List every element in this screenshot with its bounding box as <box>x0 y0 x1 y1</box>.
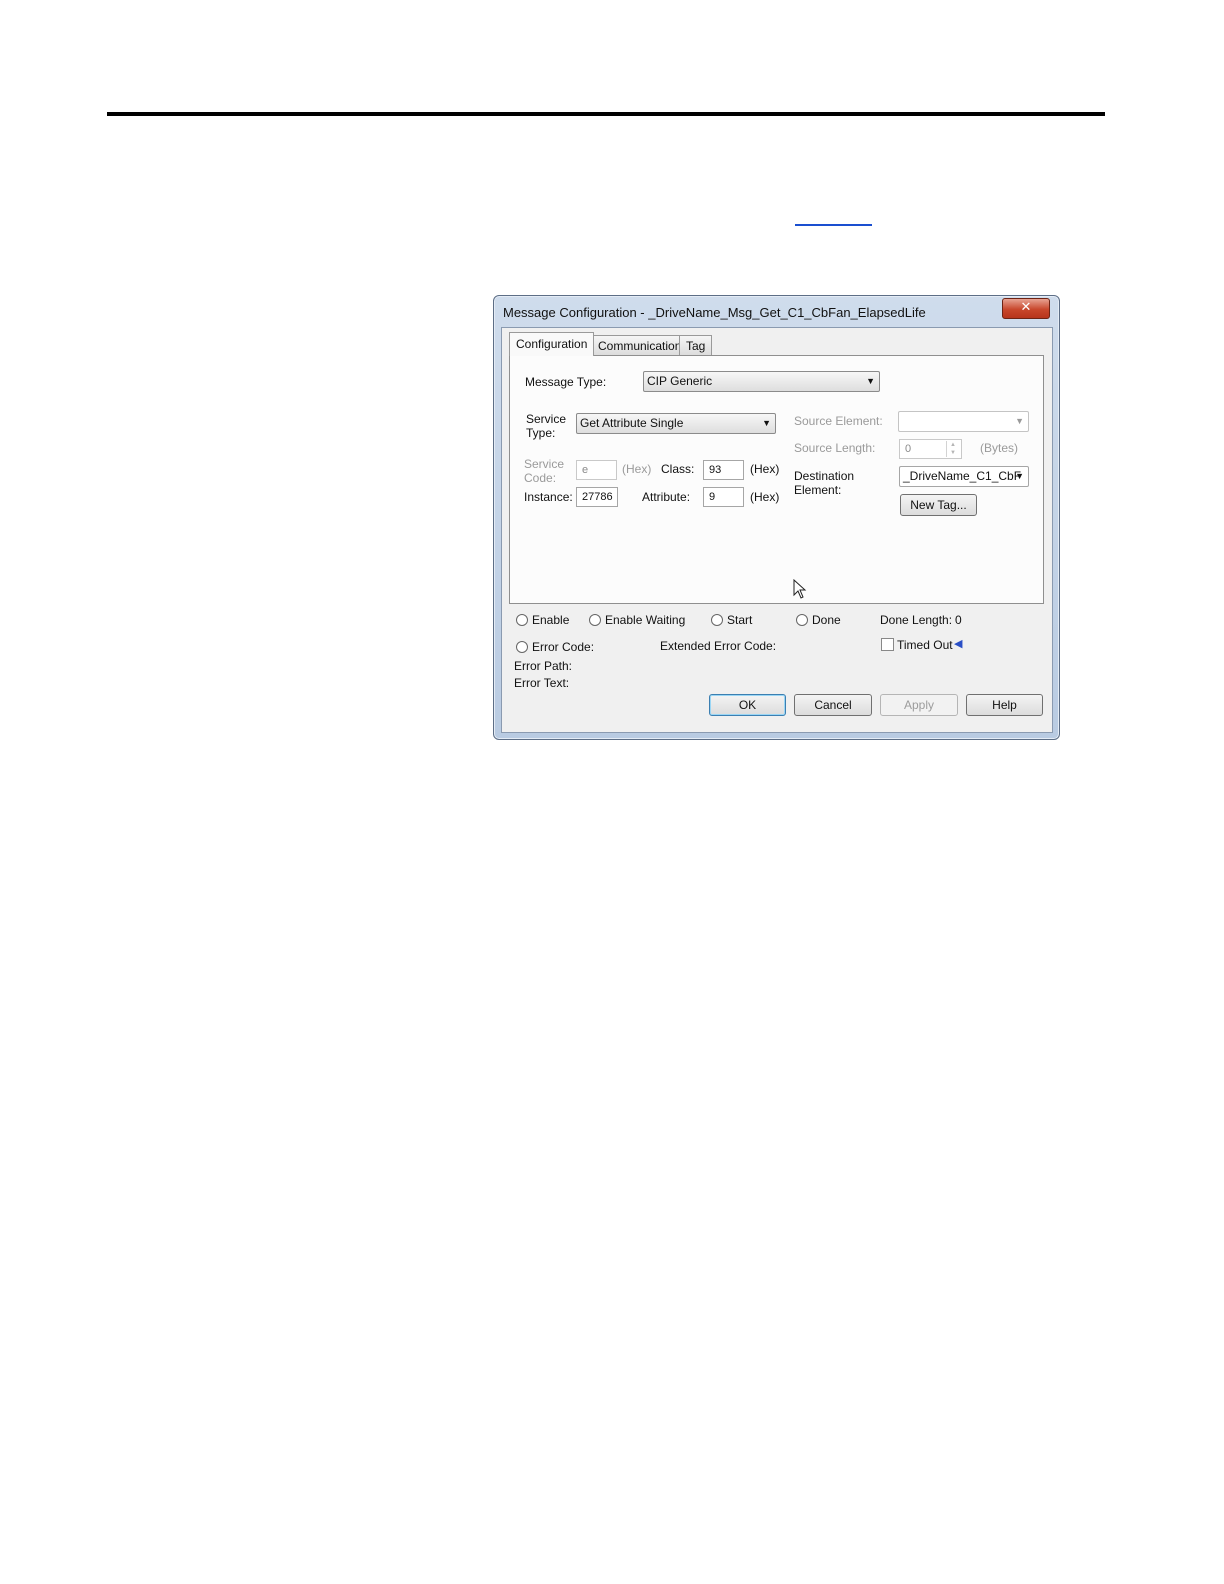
page-header-rule <box>107 112 1105 116</box>
source-element-select[interactable]: ▼ <box>898 411 1029 432</box>
destination-element-select[interactable]: _DriveName_C1_CbF ▼ <box>899 466 1029 487</box>
error-code-indicator <box>516 641 528 653</box>
close-icon: ✕ <box>1020 300 1032 315</box>
class-hex-label: (Hex) <box>750 462 780 476</box>
chevron-down-icon: ▼ <box>762 418 771 428</box>
instance-field[interactable]: 27786 <box>576 487 618 507</box>
enable-waiting-indicator <box>589 614 601 626</box>
instance-label: Instance: <box>524 490 573 504</box>
class-label: Class: <box>661 462 695 476</box>
done-indicator <box>796 614 808 626</box>
attribute-label: Attribute: <box>642 490 691 504</box>
message-type-label: Message Type: <box>525 375 607 389</box>
source-length-field[interactable]: 0 ▲ ▼ <box>899 439 962 459</box>
destination-element-value: _DriveName_C1_CbF <box>903 469 1022 483</box>
done-length-value: 0 <box>955 613 962 627</box>
arrow-left-icon: ◀ <box>954 638 963 650</box>
class-field[interactable]: 93 <box>703 460 744 480</box>
start-label: Start <box>727 613 753 627</box>
tab-tag[interactable]: Tag <box>679 335 713 355</box>
tab-configuration[interactable]: Configuration <box>509 332 595 356</box>
message-type-select[interactable]: CIP Generic ▼ <box>643 371 880 392</box>
enable-waiting-label: Enable Waiting <box>605 613 686 627</box>
error-path-label: Error Path: <box>514 659 573 673</box>
service-type-value: Get Attribute Single <box>580 416 684 430</box>
error-text-label: Error Text: <box>514 676 570 690</box>
tab-communication[interactable]: Communication <box>591 335 689 355</box>
error-code-label: Error Code: <box>532 640 595 654</box>
destination-label-line1: Destination <box>794 469 855 483</box>
service-code-hex-label: (Hex) <box>622 462 652 476</box>
cancel-button[interactable]: Cancel <box>794 694 872 716</box>
apply-button[interactable]: Apply <box>880 694 958 716</box>
enable-indicator <box>516 614 528 626</box>
source-length-value: 0 <box>905 443 912 455</box>
chevron-down-icon: ▼ <box>1015 416 1024 426</box>
service-type-label-line2: Type: <box>526 426 556 440</box>
mouse-cursor-icon <box>793 579 807 599</box>
new-tag-button[interactable]: New Tag... <box>900 494 977 516</box>
enable-label: Enable <box>532 613 570 627</box>
message-type-value: CIP Generic <box>647 374 713 388</box>
document-link-underline[interactable] <box>795 224 872 226</box>
configuration-panel: Message Type: CIP Generic ▼ Service Type… <box>509 355 1044 604</box>
message-configuration-dialog: Message Configuration - _DriveName_Msg_G… <box>493 295 1060 740</box>
done-length-label: Done Length: <box>880 613 953 627</box>
extended-error-code-label: Extended Error Code: <box>660 639 777 653</box>
attribute-field[interactable]: 9 <box>703 487 744 507</box>
dialog-title: Message Configuration - _DriveName_Msg_G… <box>503 305 926 320</box>
service-code-label-line1: Service <box>524 457 565 471</box>
chevron-down-icon: ▼ <box>1015 471 1024 481</box>
source-length-bytes-label: (Bytes) <box>980 441 1019 455</box>
source-length-label: Source Length: <box>794 441 876 455</box>
start-indicator <box>711 614 723 626</box>
close-button[interactable]: ✕ <box>1002 298 1050 319</box>
chevron-down-icon: ▼ <box>866 376 875 386</box>
service-type-label-line1: Service <box>526 412 567 426</box>
timed-out-checkbox[interactable] <box>881 638 894 651</box>
source-element-label: Source Element: <box>794 414 883 428</box>
attribute-hex-label: (Hex) <box>750 490 780 504</box>
destination-label-line2: Element: <box>794 483 842 497</box>
dialog-client-area: Configuration Communication Tag Message … <box>501 327 1053 733</box>
service-type-select[interactable]: Get Attribute Single ▼ <box>576 413 776 434</box>
help-button[interactable]: Help <box>966 694 1043 716</box>
service-code-label-line2: Code: <box>524 471 557 485</box>
spinner-arrows-icon[interactable]: ▲ ▼ <box>946 441 959 457</box>
ok-button[interactable]: OK <box>709 694 786 716</box>
done-label: Done <box>812 613 841 627</box>
timed-out-label: Timed Out <box>897 638 953 652</box>
service-code-field[interactable]: e <box>576 460 617 480</box>
